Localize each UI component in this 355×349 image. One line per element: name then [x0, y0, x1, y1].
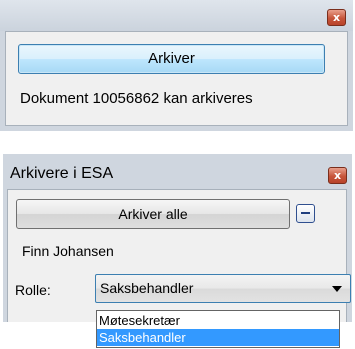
archive-all-button[interactable]: Arkiver alle — [16, 199, 290, 229]
archive-button[interactable]: Arkiver — [18, 44, 325, 74]
esa-archive-window: Arkivere i ESA x Arkiver alle Finn Johan… — [3, 154, 352, 322]
role-select-value: Saksbehandler — [100, 280, 194, 296]
role-option-motesekretaer[interactable]: Møtesekretær — [97, 312, 339, 329]
role-select[interactable]: Saksbehandler — [95, 274, 351, 303]
role-label: Rolle: — [15, 282, 51, 298]
role-dropdown-list: Møtesekretær Saksbehandler — [96, 310, 340, 348]
window-title: Arkivere i ESA — [10, 165, 114, 182]
user-name: Finn Johansen — [22, 243, 114, 259]
window-body: Arkiver Dokument 10056862 kan arkiveres — [5, 31, 348, 126]
collapse-icon[interactable] — [296, 204, 315, 223]
window-titlebar — [0, 0, 353, 31]
close-icon[interactable]: x — [328, 167, 347, 184]
close-icon[interactable]: x — [327, 9, 346, 26]
minus-icon — [301, 212, 310, 214]
archive-window: x Arkiver Dokument 10056862 kan arkivere… — [0, 0, 353, 131]
status-text: Dokument 10056862 kan arkiveres — [20, 90, 253, 107]
role-option-saksbehandler[interactable]: Saksbehandler — [97, 329, 339, 346]
window-body: Arkiver alle Finn Johansen Rolle: Saksbe… — [7, 189, 351, 322]
chevron-down-icon[interactable] — [332, 286, 342, 292]
